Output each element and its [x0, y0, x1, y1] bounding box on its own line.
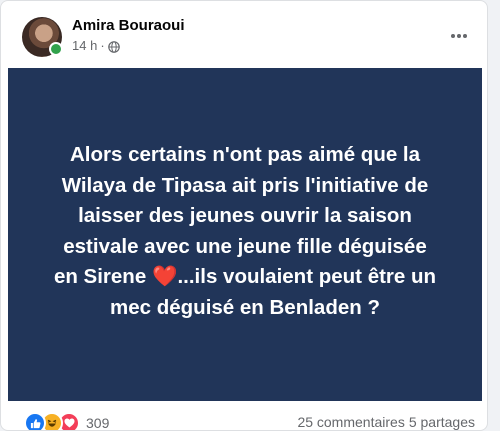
- post-meta: 14 h ·: [72, 38, 120, 53]
- post-text-line: Wilaya de Tipasa ait pris l'initiative d…: [61, 173, 429, 197]
- online-status-icon: [49, 42, 63, 56]
- post-text-line: estivale avec une jeune fille déguisée: [63, 234, 427, 258]
- more-options-button[interactable]: [441, 22, 477, 50]
- more-options-icon: [451, 34, 467, 38]
- author-name[interactable]: Amira Bouraoui: [72, 17, 185, 34]
- reaction-count[interactable]: 309: [86, 415, 109, 430]
- post-text-line: Alors certains n'ont pas aimé que la: [69, 143, 421, 166]
- post-text-line: ...ils voulaient peut être un: [177, 265, 437, 288]
- like-reaction-icon: [24, 412, 46, 430]
- post-text: Alors certains n'ont pas aimé que la Wil…: [25, 140, 465, 323]
- comments-count-link[interactable]: 25 commentaires: [297, 414, 404, 430]
- post-text-banner: Alors certains n'ont pas aimé que la Wil…: [8, 68, 482, 401]
- reactions-summary[interactable]: 309: [24, 412, 109, 430]
- globe-icon: [107, 40, 120, 53]
- post-text-line: laisser des jeunes ouvrir la saison: [78, 204, 412, 227]
- post-timestamp[interactable]: 14 h: [72, 38, 97, 53]
- post-header: Amira Bouraoui 14 h ·: [1, 1, 487, 67]
- engagement-stats: 25 commentaires 5 partages: [297, 414, 475, 430]
- post-text-line: mec déguisé en Benladen ?: [110, 295, 380, 319]
- post-text-line: en Sirene: [53, 265, 152, 288]
- post-card: Amira Bouraoui 14 h · Alors certains n'o…: [0, 0, 488, 431]
- shares-count-link[interactable]: 5 partages: [409, 414, 475, 430]
- heart-emoji: ❤️: [151, 265, 178, 288]
- meta-separator: ·: [100, 38, 105, 53]
- author-avatar-wrap[interactable]: [22, 17, 63, 57]
- post-footer: 309 25 commentaires 5 partages: [1, 401, 487, 430]
